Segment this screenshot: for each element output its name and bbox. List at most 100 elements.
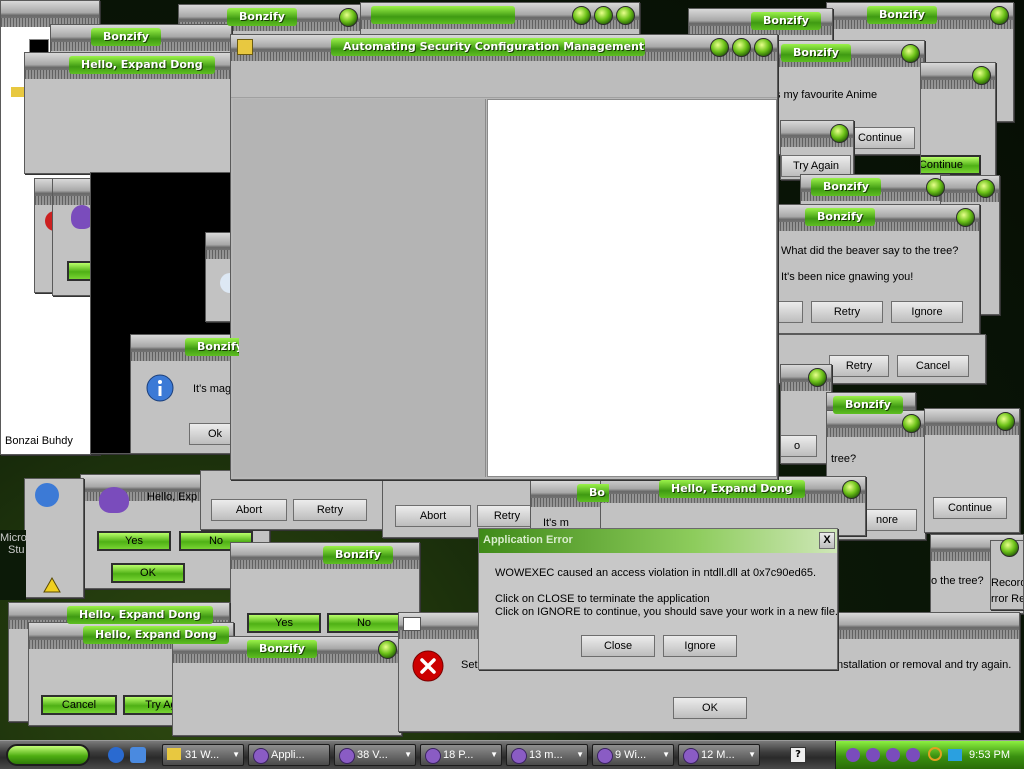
maximize-orb-icon[interactable] xyxy=(594,6,613,25)
minimize-orb-icon[interactable] xyxy=(572,6,591,25)
security-configuration-window[interactable]: Automating Security Configuration Manage… xyxy=(230,34,778,480)
chevron-down-icon: ▼ xyxy=(232,750,240,759)
taskbar-item[interactable]: 38 V... ▼ xyxy=(334,744,416,766)
error-window-left[interactable] xyxy=(24,478,84,598)
ignore-button[interactable]: Ignore xyxy=(891,301,963,323)
continue-button[interactable]: Continue xyxy=(921,155,981,175)
ok-button[interactable]: OK xyxy=(673,697,747,719)
close-orb-icon[interactable] xyxy=(972,66,991,85)
system-tray: 9:53 PM xyxy=(835,741,1024,769)
abort-button[interactable]: Abort xyxy=(211,499,287,521)
clock[interactable]: 9:53 PM xyxy=(969,741,1010,769)
bonzi-buddy-icon xyxy=(425,748,441,764)
toolbar-area xyxy=(231,61,777,98)
bonzi-tray-icon[interactable] xyxy=(906,748,920,762)
hello-window-left-top[interactable]: Hello, Expand Dong xyxy=(24,52,254,174)
window-icon xyxy=(403,617,421,631)
window-title: Automating Security Configuration Manage… xyxy=(331,38,645,56)
taskbar-item[interactable]: 31 W... ▼ xyxy=(162,744,244,766)
ok-button[interactable]: OK xyxy=(111,563,185,583)
question-icon xyxy=(33,481,61,512)
retry-button[interactable]: Retry xyxy=(829,355,889,377)
close-orb-icon[interactable] xyxy=(996,412,1015,431)
close-orb-icon[interactable] xyxy=(830,124,849,143)
dialog-close-button[interactable]: X xyxy=(819,532,835,549)
taskbar-item[interactable]: 9 Wi... ▼ xyxy=(592,744,674,766)
no-button[interactable]: o xyxy=(781,435,817,457)
ignore-button[interactable]: nore xyxy=(857,509,917,531)
bonzify-window-right-8[interactable]: o xyxy=(780,364,832,464)
close-button[interactable]: Close xyxy=(581,635,655,657)
network-icon[interactable] xyxy=(948,749,962,761)
folder-icon xyxy=(11,87,25,97)
chevron-down-icon: ▼ xyxy=(662,750,670,759)
taskbar-item[interactable]: 13 m... ▼ xyxy=(506,744,588,766)
dialog-titlebar: Application Error X xyxy=(479,529,837,553)
bonzify-window-bottom-middle[interactable]: Bonzify Yes No xyxy=(230,542,420,642)
error-icon xyxy=(411,649,445,686)
details-pane[interactable] xyxy=(487,99,777,477)
yes-button[interactable]: Yes xyxy=(247,613,321,633)
close-orb-icon[interactable] xyxy=(378,640,397,659)
internet-explorer-icon[interactable] xyxy=(108,747,124,763)
close-orb-icon[interactable] xyxy=(956,208,975,227)
close-orb-icon[interactable] xyxy=(976,179,995,198)
retry-button[interactable]: Retry xyxy=(811,301,883,323)
close-orb-icon[interactable] xyxy=(901,44,920,63)
chevron-down-icon: ▼ xyxy=(576,750,584,759)
maximize-orb-icon[interactable] xyxy=(732,38,751,57)
retry-button[interactable]: Retry xyxy=(293,499,367,521)
close-orb-icon[interactable] xyxy=(842,480,861,499)
tree-pane[interactable] xyxy=(233,99,486,477)
abort-button[interactable]: Abort xyxy=(395,505,471,527)
taskbar: 31 W... ▼ Appli... 38 V... ▼ 18 P... ▼ 13 m… xyxy=(0,740,1024,769)
continue-button[interactable]: Continue xyxy=(933,497,1007,519)
bonzify-window-right-10[interactable]: Continue xyxy=(924,408,1020,533)
info-icon xyxy=(145,373,177,408)
bonzi-buddy-icon xyxy=(253,748,269,764)
help-icon[interactable]: ? xyxy=(790,747,806,763)
warning-icon xyxy=(43,576,61,596)
chevron-down-icon: ▼ xyxy=(748,750,756,759)
bonzi-tray-icon[interactable] xyxy=(846,748,860,762)
app-icon xyxy=(237,39,253,55)
quick-launch-icon[interactable] xyxy=(130,747,146,763)
chevron-down-icon: ▼ xyxy=(490,750,498,759)
close-orb-icon[interactable] xyxy=(808,368,827,387)
minimize-orb-icon[interactable] xyxy=(710,38,729,57)
bonzify-window-right-3[interactable]: Continue xyxy=(920,62,996,182)
close-orb-icon[interactable] xyxy=(339,8,358,27)
close-orb-icon[interactable] xyxy=(902,414,921,433)
close-orb-icon[interactable] xyxy=(990,6,1009,25)
close-orb-icon[interactable] xyxy=(1000,538,1019,557)
yes-button[interactable]: Yes xyxy=(97,531,171,551)
magic-message-window[interactable]: Bonzify It's mag Ok xyxy=(130,334,240,454)
continue-button[interactable]: Continue xyxy=(845,127,915,149)
search-icon[interactable] xyxy=(928,747,942,761)
cancel-button[interactable]: Cancel xyxy=(897,355,969,377)
micro-window[interactable]: Micro Stu xyxy=(0,530,26,600)
beaver-joke-window[interactable]: Bonzify What did the beaver say to the t… xyxy=(776,204,980,334)
chevron-down-icon: ▼ xyxy=(404,750,412,759)
retry-button[interactable]: Retry xyxy=(477,505,537,527)
cancel-button[interactable]: Cancel xyxy=(41,695,117,715)
hidden-button[interactable] xyxy=(777,301,803,323)
application-error-dialog[interactable]: Application Error X WOWEXEC caused an ac… xyxy=(478,528,838,670)
taskbar-item[interactable]: 12 M... ▼ xyxy=(678,744,760,766)
hello-window-center-low[interactable]: Hello, Expand Dong xyxy=(600,476,866,536)
ignore-button[interactable]: Ignore xyxy=(663,635,737,657)
close-orb-icon[interactable] xyxy=(754,38,773,57)
dialog-title: Application Error xyxy=(483,534,573,546)
bonzify-window-right-4[interactable]: Try Again xyxy=(780,120,854,180)
bonzi-buddy-icon xyxy=(683,748,699,764)
bonzi-buddy-icon xyxy=(99,487,129,513)
taskbar-item[interactable]: 18 P... ▼ xyxy=(420,744,502,766)
no-button[interactable]: No xyxy=(327,613,401,633)
bonzi-tray-icon[interactable] xyxy=(866,748,880,762)
close-orb-icon[interactable] xyxy=(926,178,945,197)
bonzify-window-bottom-left[interactable]: Bonzify xyxy=(172,636,402,736)
start-button[interactable] xyxy=(6,744,90,766)
taskbar-item[interactable]: Appli... xyxy=(248,744,330,766)
bonzi-tray-icon[interactable] xyxy=(886,748,900,762)
close-orb-icon[interactable] xyxy=(616,6,635,25)
